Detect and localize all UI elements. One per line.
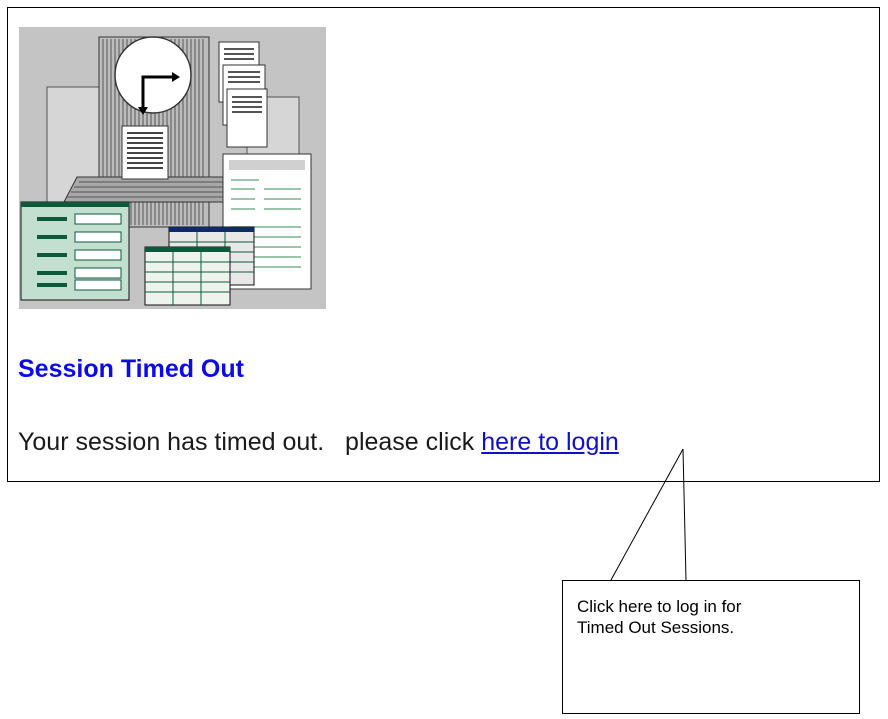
timeout-message: Your session has timed out. please click… [18,428,619,457]
callout-line-1: Click here to log in for [577,597,742,616]
page-title: Session Timed Out [18,355,244,383]
timeout-message-text: Your session has timed out. please click [18,428,482,456]
login-link[interactable]: here to login [481,428,619,456]
reports-illustration [19,27,326,309]
annotation-callout: Click here to log in for Timed Out Sessi… [562,580,860,714]
callout-line-2: Timed Out Sessions. [577,618,735,637]
